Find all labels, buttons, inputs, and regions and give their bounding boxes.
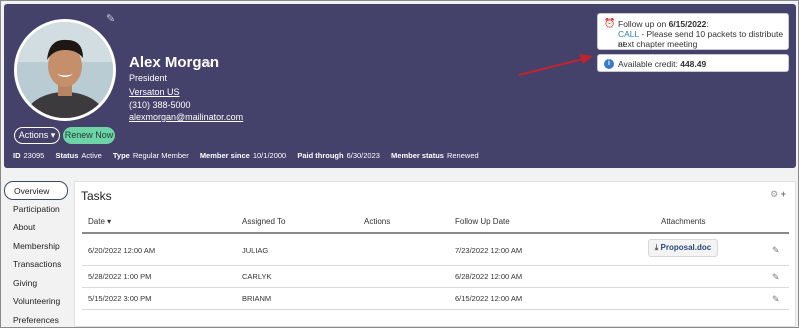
- paid-through-value: 6/30/2023: [346, 151, 380, 160]
- follow-up-prefix: Follow up on: [618, 19, 669, 29]
- nav-item-membership[interactable]: Membership: [4, 237, 70, 256]
- id-value: 23095: [23, 151, 45, 160]
- attachment-download-button[interactable]: ⤓ Proposal.doc: [648, 239, 718, 257]
- task-date: 6/20/2022 12:00 AM: [88, 246, 156, 255]
- id-label: ID: [13, 151, 21, 160]
- status-label: Status: [55, 151, 79, 160]
- download-icon: ⤓: [654, 243, 659, 252]
- renew-now-button[interactable]: Renew Now: [63, 127, 115, 144]
- pencil-icon[interactable]: ✎: [106, 12, 115, 25]
- column-header-follow-up-date: Follow Up Date: [455, 217, 510, 226]
- column-header-date[interactable]: Date ▾: [88, 217, 111, 226]
- pencil-icon[interactable]: ✎: [203, 57, 212, 70]
- credit-value: 448.49: [680, 59, 707, 69]
- paid-through-label: Paid through: [297, 151, 344, 160]
- status-value: Active: [81, 151, 102, 160]
- avatar[interactable]: [14, 19, 116, 121]
- organization-link[interactable]: Versaton US: [129, 87, 180, 97]
- type-label: Type: [112, 151, 130, 160]
- task-followup-date: 6/15/2022 12:00 AM: [455, 294, 523, 303]
- task-date: 5/15/2022 3:00 PM: [88, 294, 152, 303]
- plus-icon[interactable]: +: [781, 189, 786, 199]
- pencil-icon[interactable]: ✎: [772, 272, 780, 283]
- tasks-table-header: Date ▾ Assigned To Actions Follow Up Dat…: [82, 212, 789, 234]
- follow-up-note-line2: next chapter meeting: [618, 39, 698, 49]
- nav-item-volunteering[interactable]: Volunteering: [4, 292, 70, 311]
- task-assigned: BRIANM: [242, 294, 272, 303]
- tasks-title: Tasks: [81, 189, 112, 203]
- follow-up-date: 6/15/2022: [668, 19, 707, 29]
- pencil-icon[interactable]: ✎: [772, 294, 780, 305]
- annotation-arrow: [518, 54, 593, 76]
- phone: (310) 388-5000: [129, 100, 191, 110]
- task-date: 5/28/2022 1:00 PM: [88, 272, 152, 281]
- column-header-attachments: Attachments: [661, 217, 706, 226]
- credit-label: Available credit:: [618, 59, 681, 69]
- member-status-value: Renewed: [446, 151, 479, 160]
- task-assigned: CARLYK: [242, 272, 272, 281]
- profile-nav: Overview Participation About Membership …: [4, 181, 70, 328]
- follow-up-suffix: :: [706, 19, 709, 29]
- info-icon: i: [604, 59, 614, 69]
- table-row: 5/28/2022 1:00 PM CARLYK 6/28/2022 12:00…: [82, 266, 789, 288]
- call-link[interactable]: CALL: [618, 29, 639, 39]
- tasks-panel: Tasks ⚙ + Date ▾ Assigned To Actions Fol…: [74, 181, 796, 327]
- alarm-clock-icon: ⏰: [604, 18, 616, 28]
- window-frame: ✎ Alex Morgan ✎ President Versaton US (3…: [0, 0, 799, 328]
- nav-item-participation[interactable]: Participation: [4, 200, 70, 219]
- nav-item-transactions[interactable]: Transactions: [4, 255, 70, 274]
- email-link[interactable]: alexmorgan@mailinator.com: [129, 112, 243, 122]
- type-value: Regular Member: [132, 151, 189, 160]
- available-credit-card: i Available credit: 448.49: [597, 54, 789, 72]
- gear-icon[interactable]: ⚙: [770, 189, 778, 199]
- attachment-name: Proposal.doc: [660, 243, 712, 252]
- profile-header: ✎ Alex Morgan ✎ President Versaton US (3…: [4, 4, 796, 168]
- nav-item-giving[interactable]: Giving: [4, 274, 70, 293]
- table-row: 5/15/2022 3:00 PM BRIANM 6/15/2022 12:00…: [82, 288, 789, 310]
- member-since-value: 10/1/2000: [252, 151, 287, 160]
- table-row: 6/20/2022 12:00 AM JULIAG 7/23/2022 12:0…: [82, 235, 789, 266]
- nav-item-about[interactable]: About: [4, 218, 70, 237]
- task-followup-date: 7/23/2022 12:00 AM: [455, 246, 523, 255]
- column-header-actions: Actions: [364, 217, 391, 226]
- pencil-icon[interactable]: ✎: [772, 245, 780, 256]
- follow-up-card[interactable]: ⏰ Follow up on 6/15/2022: CALL - Please …: [597, 13, 789, 50]
- member-status-label: Member status: [391, 151, 444, 160]
- actions-button[interactable]: Actions ▾: [14, 127, 60, 144]
- member-meta-bar: ID 23095 Status Active Type Regular Member …: [13, 151, 488, 160]
- column-header-assigned-to: Assigned To: [242, 217, 286, 226]
- nav-item-preferences[interactable]: Preferences: [4, 311, 70, 328]
- task-followup-date: 6/28/2022 12:00 AM: [455, 272, 523, 281]
- nav-item-overview[interactable]: Overview: [4, 181, 68, 200]
- task-assigned: JULIAG: [242, 246, 269, 255]
- member-title: President: [129, 73, 168, 83]
- member-since-label: Member since: [199, 151, 250, 160]
